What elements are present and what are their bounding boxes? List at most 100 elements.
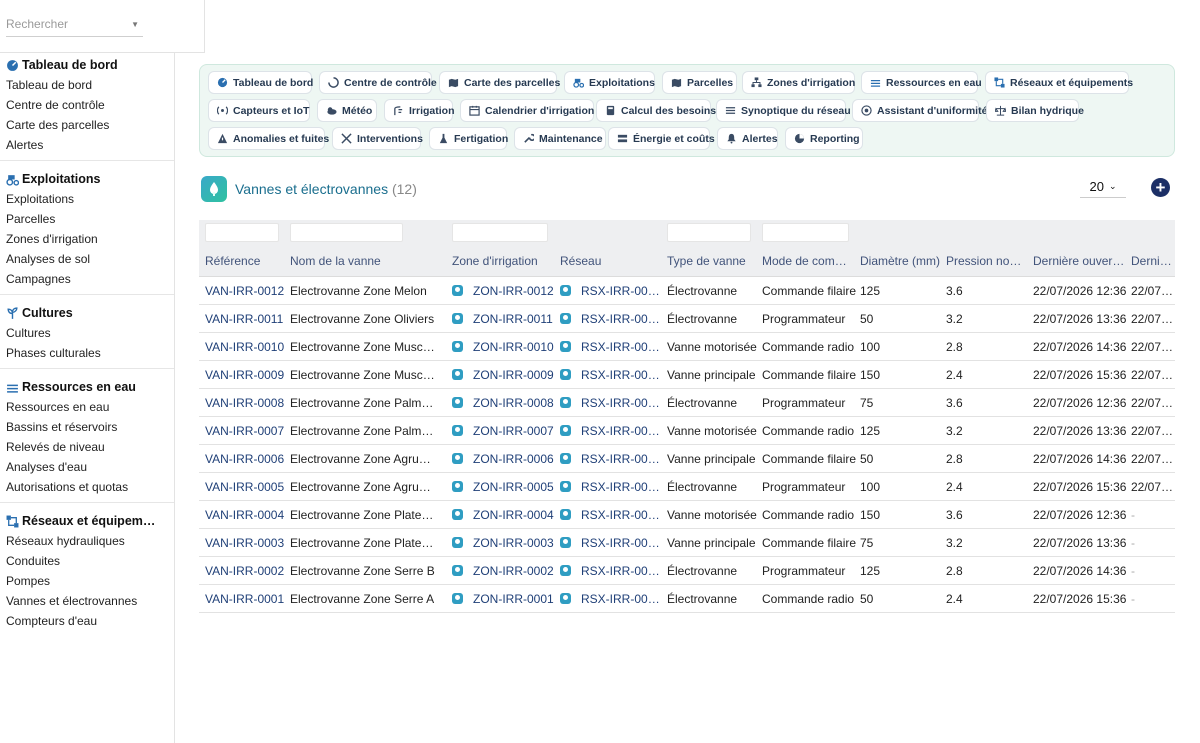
quicknav-button[interactable]: Fertigation — [429, 127, 508, 150]
quicknav-button[interactable]: Exploitations — [564, 71, 655, 94]
zone-link-icon[interactable] — [452, 509, 463, 520]
table-cell[interactable]: VAN-IRR-0005 — [205, 480, 285, 494]
quicknav-button[interactable]: Anomalies et fuites — [208, 127, 329, 150]
column-header[interactable]: Réseau — [560, 254, 660, 268]
table-cell[interactable]: ZON-IRR-0012 — [473, 284, 554, 298]
table-row[interactable]: VAN-IRR-0001 Electrovanne Zone Serre A ZON… — [199, 585, 1175, 613]
zone-link-icon[interactable] — [452, 565, 463, 576]
quicknav-button[interactable]: Zones d'irrigation — [742, 71, 855, 94]
table-cell[interactable]: RSX-IRR-0001 — [581, 592, 660, 606]
search-input[interactable] — [6, 17, 126, 31]
quicknav-button[interactable]: Énergie et coûts — [608, 127, 715, 150]
table-cell[interactable]: ZON-IRR-0007 — [473, 424, 554, 438]
sidebar-item[interactable]: Pompes — [0, 571, 174, 591]
sidebar-item[interactable]: Centre de contrôle — [0, 95, 174, 115]
table-row[interactable]: VAN-IRR-0007 Electrovanne Zone Palmera… ZO… — [199, 417, 1175, 445]
sidebar-item[interactable]: Réseaux hydrauliques — [0, 531, 174, 551]
table-cell[interactable]: RSX-IRR-0001 — [581, 368, 660, 382]
network-link-icon[interactable] — [560, 369, 571, 380]
table-cell[interactable]: RSX-IRR-0011 — [581, 480, 660, 494]
table-cell[interactable]: VAN-IRR-0006 — [205, 452, 285, 466]
table-cell[interactable]: ZON-IRR-0011 — [473, 312, 554, 326]
search-field[interactable]: ▼ — [6, 17, 143, 37]
zone-link-icon[interactable] — [452, 481, 463, 492]
quicknav-button[interactable]: Centre de contrôle — [319, 71, 437, 94]
table-row[interactable]: VAN-IRR-0008 Electrovanne Zone Palmera… ZO… — [199, 389, 1175, 417]
zone-link-icon[interactable] — [452, 425, 463, 436]
sidebar-section-heading[interactable]: Ressources en eau — [0, 377, 174, 397]
table-cell[interactable]: VAN-IRR-0003 — [205, 536, 285, 550]
network-link-icon[interactable] — [560, 285, 571, 296]
table-cell[interactable]: RSX-IRR-0014 — [581, 396, 660, 410]
sidebar-item[interactable]: Bassins et réservoirs — [0, 417, 174, 437]
table-cell[interactable]: RSX-IRR-0013 — [581, 424, 660, 438]
sidebar-item[interactable]: Campagnes — [0, 269, 174, 289]
table-cell[interactable]: VAN-IRR-0004 — [205, 508, 285, 522]
sidebar-item[interactable]: Exploitations — [0, 189, 174, 209]
sidebar-item[interactable]: Compteurs d'eau — [0, 611, 174, 631]
sidebar-item[interactable]: Analyses de sol — [0, 249, 174, 269]
table-row[interactable]: VAN-IRR-0010 Electrovanne Zone Muscat … ZO… — [199, 333, 1175, 361]
table-row[interactable]: VAN-IRR-0005 Electrovanne Zone Agrume… ZON… — [199, 473, 1175, 501]
zone-link-icon[interactable] — [452, 593, 463, 604]
table-cell[interactable]: ZON-IRR-0006 — [473, 452, 554, 466]
sidebar-item[interactable]: Parcelles — [0, 209, 174, 229]
network-link-icon[interactable] — [560, 453, 571, 464]
quicknav-button[interactable]: Météo — [317, 99, 377, 122]
sidebar-item[interactable]: Alertes — [0, 135, 174, 155]
network-link-icon[interactable] — [560, 397, 571, 408]
column-header[interactable]: Dernière — [1131, 254, 1175, 268]
quicknav-button[interactable]: Reporting — [785, 127, 863, 150]
sidebar-item[interactable]: Phases culturales — [0, 343, 174, 363]
column-header[interactable]: Référence — [205, 254, 285, 268]
column-filter-input[interactable] — [290, 223, 403, 242]
network-link-icon[interactable] — [560, 481, 571, 492]
quicknav-button[interactable]: Réseaux et équipements — [985, 71, 1133, 94]
quicknav-button[interactable]: Parcelles — [662, 71, 737, 94]
zone-link-icon[interactable] — [452, 285, 463, 296]
sidebar-section-heading[interactable]: Réseaux et équipem… — [0, 511, 174, 531]
quicknav-button[interactable]: Calcul des besoins — [596, 99, 716, 122]
table-cell[interactable]: VAN-IRR-0011 — [205, 312, 285, 326]
table-cell[interactable]: VAN-IRR-0012 — [205, 284, 285, 298]
quicknav-button[interactable]: Carte des parcelles — [439, 71, 560, 94]
quicknav-button[interactable]: Synoptique du réseau — [716, 99, 851, 122]
add-button[interactable]: + — [1151, 178, 1170, 197]
sidebar-item[interactable]: Vannes et électrovannes — [0, 591, 174, 611]
table-cell[interactable]: RSX-IRR-0003 — [581, 536, 660, 550]
network-link-icon[interactable] — [560, 593, 571, 604]
sidebar-item[interactable]: Ressources en eau — [0, 397, 174, 417]
column-header[interactable]: Mode de com… — [762, 254, 857, 268]
quicknav-button[interactable]: Interventions — [332, 127, 423, 150]
chevron-down-icon[interactable]: ▼ — [131, 20, 139, 29]
sidebar-section-heading[interactable]: Exploitations — [0, 169, 174, 189]
table-cell[interactable]: ZON-IRR-0008 — [473, 396, 554, 410]
zone-link-icon[interactable] — [452, 537, 463, 548]
network-link-icon[interactable] — [560, 341, 571, 352]
table-cell[interactable]: VAN-IRR-0009 — [205, 368, 285, 382]
sidebar-item[interactable]: Analyses d'eau — [0, 457, 174, 477]
table-row[interactable]: VAN-IRR-0006 Electrovanne Zone Agrume… ZON… — [199, 445, 1175, 473]
table-cell[interactable]: ZON-IRR-0004 — [473, 508, 554, 522]
table-cell[interactable]: RSX-IRR-0012 — [581, 452, 660, 466]
column-filter-input[interactable] — [762, 223, 849, 242]
table-cell[interactable]: ZON-IRR-0002 — [473, 564, 554, 578]
quicknav-button[interactable]: Maintenance — [514, 127, 606, 150]
sidebar-item[interactable]: Autorisations et quotas — [0, 477, 174, 497]
column-header[interactable]: Dernière ouver… — [1033, 254, 1129, 268]
table-cell[interactable]: RSX-IRR-0002 — [581, 340, 660, 354]
zone-link-icon[interactable] — [452, 313, 463, 324]
page-size-select[interactable]: 20 ⌄ — [1080, 176, 1126, 198]
column-header[interactable]: Type de vanne — [667, 254, 759, 268]
sidebar-item[interactable]: Tableau de bord — [0, 75, 174, 95]
quicknav-button[interactable]: Calendrier d'irrigation — [460, 99, 594, 122]
column-filter-input[interactable] — [452, 223, 548, 242]
sidebar-section-heading[interactable]: Cultures — [0, 303, 174, 323]
table-row[interactable]: VAN-IRR-0012 Electrovanne Zone Melon ZON-I… — [199, 277, 1175, 305]
sidebar-section-heading[interactable]: Tableau de bord — [0, 55, 174, 75]
zone-link-icon[interactable] — [452, 341, 463, 352]
table-cell[interactable]: ZON-IRR-0009 — [473, 368, 554, 382]
quicknav-button[interactable]: Assistant d'uniformité — [852, 99, 987, 122]
quicknav-button[interactable]: Bilan hydrique — [986, 99, 1084, 122]
column-filter-input[interactable] — [667, 223, 751, 242]
